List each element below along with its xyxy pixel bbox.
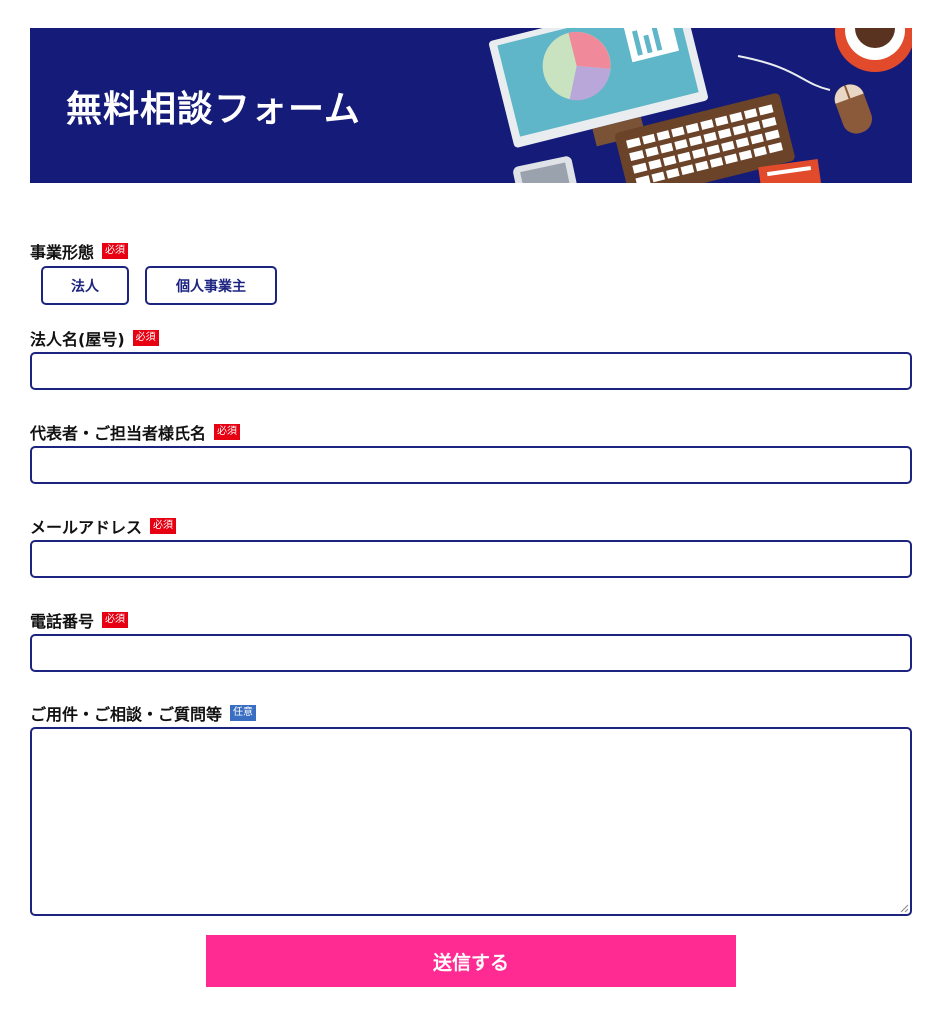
email-input[interactable] bbox=[30, 540, 912, 578]
required-badge: 必須 bbox=[132, 330, 159, 346]
inquiry-label: ご用件・ご相談・ご質問等 任意 bbox=[30, 703, 257, 724]
business-type-option-sole-proprietor[interactable]: 個人事業主 bbox=[145, 266, 277, 305]
company-name-label-text: 法人名(屋号) bbox=[30, 330, 125, 349]
required-badge: 必須 bbox=[102, 243, 129, 259]
page-title: 無料相談フォーム bbox=[66, 89, 361, 130]
required-badge: 必須 bbox=[150, 518, 177, 534]
phone-input[interactable] bbox=[30, 634, 912, 672]
business-type-label-text: 事業形態 bbox=[30, 243, 95, 262]
header-banner: 無料相談フォーム bbox=[30, 28, 912, 183]
inquiry-label-text: ご用件・ご相談・ご質問等 bbox=[30, 705, 223, 724]
resize-handle-icon[interactable] bbox=[899, 903, 909, 913]
phone-label: 電話番号 必須 bbox=[30, 610, 129, 631]
company-name-input[interactable] bbox=[30, 352, 912, 390]
desk-illustration bbox=[489, 28, 912, 183]
email-label-text: メールアドレス bbox=[30, 518, 143, 537]
phone-label-text: 電話番号 bbox=[30, 612, 95, 631]
company-name-label: 法人名(屋号) 必須 bbox=[30, 328, 159, 349]
business-type-option-corporation[interactable]: 法人 bbox=[41, 266, 129, 305]
contact-name-input[interactable] bbox=[30, 446, 912, 484]
required-badge: 必須 bbox=[102, 612, 129, 628]
email-label: メールアドレス 必須 bbox=[30, 516, 177, 537]
contact-name-label: 代表者・ご担当者様氏名 必須 bbox=[30, 422, 241, 443]
optional-badge: 任意 bbox=[230, 705, 257, 721]
submit-button[interactable]: 送信する bbox=[206, 935, 736, 987]
required-badge: 必須 bbox=[214, 424, 241, 440]
inquiry-textarea[interactable] bbox=[30, 727, 912, 916]
business-type-label: 事業形態 必須 bbox=[30, 241, 129, 262]
contact-name-label-text: 代表者・ご担当者様氏名 bbox=[30, 424, 207, 443]
